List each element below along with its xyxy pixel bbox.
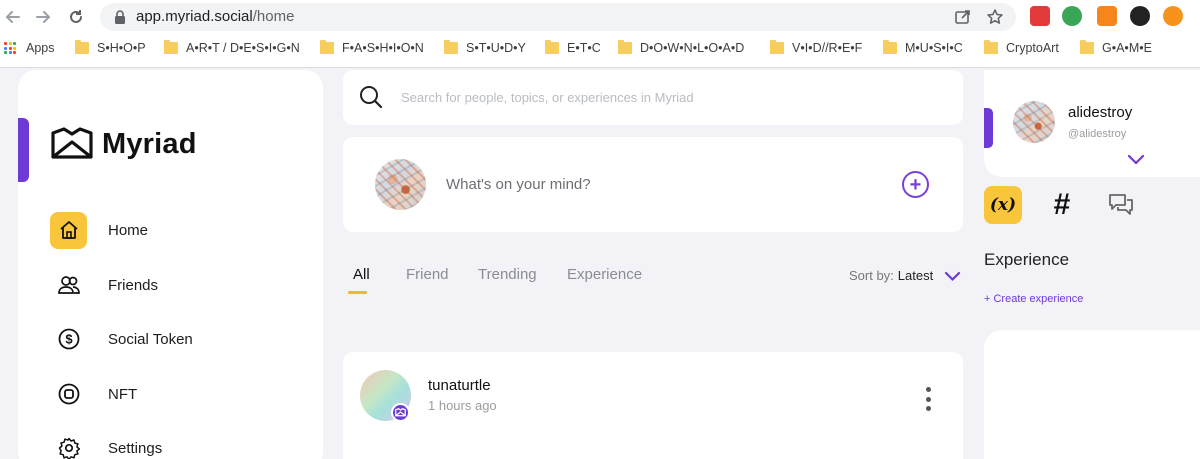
experience-fx-button[interactable]: (x)	[984, 186, 1022, 224]
bookmark-folder[interactable]: M•U•S•I•C	[883, 40, 963, 55]
share-icon[interactable]	[954, 8, 972, 26]
chevron-down-icon[interactable]	[1127, 154, 1145, 165]
chat-button[interactable]	[1102, 186, 1140, 224]
bookmark-folder[interactable]: CryptoArt	[984, 40, 1059, 55]
search-bar	[343, 70, 963, 125]
post-timestamp: 1 hours ago	[428, 398, 497, 413]
address-bar[interactable]: app.myriad.social/home	[100, 3, 1016, 31]
back-arrow-icon[interactable]	[2, 6, 24, 28]
gear-icon	[50, 430, 87, 459]
search-input[interactable]	[401, 86, 941, 108]
search-icon[interactable]	[359, 85, 383, 109]
folder-icon	[75, 40, 89, 54]
extension-orange-coin-icon[interactable]	[1163, 6, 1183, 26]
composer-placeholder[interactable]: What's on your mind?	[446, 176, 591, 193]
folder-icon	[320, 40, 334, 54]
sidebar-item-social-token[interactable]: $ Social Token	[50, 320, 193, 358]
sidebar-item-nft[interactable]: NFT	[50, 375, 137, 413]
sort-value: Latest	[897, 268, 934, 283]
plus-icon: +	[909, 173, 922, 196]
add-post-button[interactable]: +	[902, 171, 929, 198]
star-icon[interactable]	[986, 8, 1004, 26]
myriad-logo-icon	[51, 127, 93, 159]
browser-chrome: app.myriad.social/home Apps S•H•O•P A•R•…	[0, 0, 1200, 68]
folder-icon	[444, 40, 458, 54]
extension-green-icon[interactable]	[1062, 6, 1082, 26]
fx-icon: (x)	[989, 195, 1017, 215]
folder-icon	[618, 40, 632, 54]
create-experience-link[interactable]: + Create experience	[984, 293, 1083, 305]
profile-name[interactable]: alidestroy	[1068, 104, 1132, 121]
tab-all[interactable]: All	[353, 266, 370, 283]
post-card: tunaturtle 1 hours ago	[343, 352, 963, 459]
sidebar-item-label: Settings	[108, 439, 163, 457]
url-text: app.myriad.social/home	[136, 8, 295, 25]
tab-experience[interactable]: Experience	[567, 266, 642, 283]
experience-heading: Experience	[984, 250, 1070, 269]
sidebar-item-label: NFT	[108, 385, 138, 403]
sidebar-item-settings[interactable]: Settings	[50, 429, 162, 459]
bookmark-apps[interactable]: Apps	[4, 41, 55, 55]
sidebar-item-home[interactable]: Home	[50, 211, 148, 249]
folder-icon	[984, 40, 998, 54]
profile-accent-tab	[984, 108, 993, 148]
metamask-fox-icon[interactable]	[1097, 6, 1117, 26]
bookmark-folder[interactable]: V•I•D//R•E•F	[770, 40, 862, 55]
bookmark-folder[interactable]: S•H•O•P	[75, 40, 146, 55]
bookmark-folder[interactable]: A•R•T / D•E•S•I•G•N	[164, 40, 300, 55]
folder-icon	[164, 40, 178, 54]
apps-grid-icon	[4, 42, 16, 54]
sort-dropdown[interactable]: Sort by: Latest	[849, 268, 933, 283]
sidebar-item-label: Friends	[108, 276, 159, 294]
nft-icon	[50, 376, 87, 413]
avatar[interactable]	[375, 159, 426, 210]
extension-w-icon[interactable]	[1130, 6, 1150, 26]
folder-icon	[883, 40, 897, 54]
reload-icon[interactable]	[65, 6, 87, 28]
active-tab-indicator	[348, 291, 367, 294]
bookmark-folder[interactable]: F•A•S•H•I•O•N	[320, 40, 424, 55]
sidebar-item-label: Home	[108, 221, 149, 239]
sidebar-item-label: Social Token	[108, 330, 193, 348]
sidebar-accent-tab	[18, 118, 29, 182]
forward-arrow-icon[interactable]	[32, 6, 54, 28]
more-options-icon[interactable]	[923, 387, 933, 411]
post-username[interactable]: tunaturtle	[428, 377, 491, 394]
svg-text:$: $	[65, 332, 73, 347]
dollar-coin-icon: $	[50, 321, 87, 358]
hashtag-icon: #	[1053, 188, 1071, 221]
hashtag-button[interactable]: #	[1043, 186, 1081, 224]
extension-red-play-icon[interactable]	[1030, 6, 1050, 26]
tab-friend[interactable]: Friend	[406, 266, 449, 283]
lock-icon	[115, 10, 125, 24]
bookmark-folder[interactable]: S•T•U•D•Y	[444, 40, 526, 55]
profile-handle: @alidestroy	[1068, 128, 1127, 140]
myriad-logo[interactable]: Myriad	[50, 127, 197, 161]
avatar[interactable]	[1013, 101, 1055, 143]
home-icon	[50, 211, 87, 249]
chevron-down-icon[interactable]	[944, 271, 961, 282]
sidebar-item-friends[interactable]: Friends	[50, 266, 158, 304]
tab-trending[interactable]: Trending	[478, 266, 537, 283]
friends-icon	[50, 267, 87, 304]
folder-icon	[770, 40, 784, 54]
myriad-badge-icon	[391, 403, 410, 422]
post-composer[interactable]: What's on your mind? +	[343, 137, 963, 232]
experience-list-panel	[984, 330, 1200, 459]
chat-bubbles-icon	[1109, 194, 1133, 215]
bookmark-folder[interactable]: E•T•C	[545, 40, 601, 55]
sort-label: Sort by:	[849, 268, 894, 283]
folder-icon	[545, 40, 559, 54]
bookmark-folder[interactable]: D•O•W•N•L•O•A•D	[618, 40, 744, 55]
brand-name: Myriad	[102, 127, 197, 160]
folder-icon	[1080, 40, 1094, 54]
bookmark-folder[interactable]: G•A•M•E	[1080, 40, 1152, 55]
bookmarks-bar: Apps S•H•O•P A•R•T / D•E•S•I•G•N F•A•S•H…	[0, 38, 1200, 60]
